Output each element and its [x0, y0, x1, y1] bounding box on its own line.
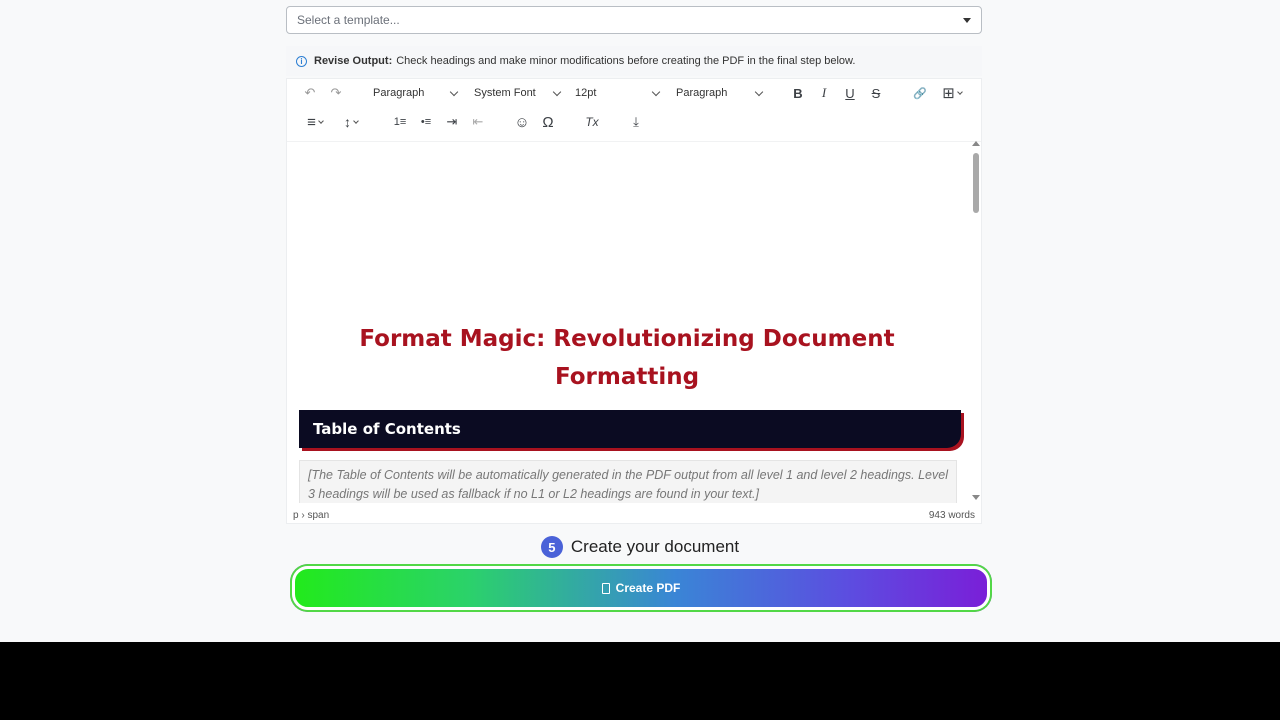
page-break-icon[interactable]: ⤓ [627, 111, 645, 133]
style-select[interactable]: Paragraph [672, 82, 766, 104]
word-count[interactable]: 943 words [929, 510, 975, 521]
caret-down-icon [963, 17, 971, 23]
special-character-icon[interactable]: Ω [539, 111, 557, 133]
style-value: Paragraph [676, 87, 728, 99]
toc-heading: Table of Contents [299, 410, 961, 448]
chevron-down-icon [353, 117, 359, 124]
bold-icon[interactable]: B [789, 82, 807, 104]
scrollbar-thumb[interactable] [973, 153, 979, 213]
table-icon-glyph: ⊞ [942, 85, 955, 102]
font-size-value: 12pt [575, 87, 597, 99]
notice-label: Revise Output: [314, 55, 393, 67]
chevron-down-icon [754, 87, 764, 96]
notice-text: Check headings and make minor modificati… [396, 55, 856, 67]
indent-icon[interactable]: ⇥ [443, 111, 461, 133]
template-select-placeholder: Select a template... [297, 13, 400, 27]
rich-text-editor: ↶ ↷ Paragraph System Font 12pt Paragraph… [286, 78, 982, 524]
font-family-value: System Font [474, 87, 536, 99]
scroll-down-arrow-icon[interactable] [972, 495, 980, 500]
element-path[interactable]: p › span [293, 510, 329, 521]
letterbox-bottom [0, 642, 1280, 720]
toc-note: [The Table of Contents will be automatic… [299, 460, 957, 503]
italic-icon[interactable]: I [815, 82, 833, 104]
chevron-down-icon [318, 117, 324, 124]
info-icon: i [296, 55, 307, 67]
ordered-list-icon[interactable]: 1≡ [391, 111, 409, 133]
align-icon-glyph: ≡ [307, 113, 316, 131]
scroll-up-arrow-icon[interactable] [972, 141, 980, 146]
document-title: Format Magic: Revolutionizing Document F… [359, 326, 895, 390]
font-family-select[interactable]: System Font [470, 82, 564, 104]
step-heading: 5 Create your document [0, 536, 1280, 558]
line-height-icon-glyph: ↕ [344, 114, 351, 130]
step-label: Create your document [570, 537, 740, 556]
outdent-icon[interactable]: ⇤ [469, 111, 487, 133]
font-size-select[interactable]: 12pt [571, 82, 663, 104]
revise-notice: i Revise Output: Check headings and make… [286, 46, 982, 76]
chevron-down-icon [651, 87, 661, 96]
bullet-list-icon[interactable]: •≡ [417, 111, 435, 133]
chevron-down-icon [552, 87, 562, 96]
align-icon[interactable]: ≡ [301, 111, 329, 133]
emoji-icon[interactable]: ☺ [513, 111, 531, 133]
pdf-icon [601, 582, 610, 594]
underline-icon[interactable]: U [841, 82, 859, 104]
create-pdf-button[interactable]: Create PDF [292, 566, 990, 610]
editor-statusbar: p › span 943 words [287, 507, 981, 523]
step-number-badge: 5 [540, 536, 563, 558]
create-pdf-label: Create PDF [615, 581, 681, 595]
template-select[interactable]: Select a template... [286, 6, 982, 34]
redo-icon[interactable]: ↷ [327, 82, 345, 104]
strikethrough-icon[interactable]: S [867, 82, 885, 104]
table-icon[interactable]: ⊞ [937, 82, 967, 104]
undo-icon[interactable]: ↶ [301, 82, 319, 104]
line-height-icon[interactable]: ↕ [337, 111, 365, 133]
chevron-down-icon [956, 88, 963, 95]
block-format-value: Paragraph [373, 87, 425, 99]
toolbar-row-1: ↶ ↷ Paragraph System Font 12pt Paragraph… [287, 82, 981, 110]
link-icon[interactable]: 🔗 [911, 82, 929, 104]
block-format-select[interactable]: Paragraph [369, 82, 461, 104]
clear-format-icon[interactable]: Tx [583, 111, 601, 133]
editor-content[interactable]: Format Magic: Revolutionizing Document F… [287, 141, 981, 503]
toolbar-row-2: ≡ ↕ 1≡ •≡ ⇥ ⇤ ☺ Ω Tx ⤓ [287, 111, 981, 139]
chevron-down-icon [449, 87, 459, 96]
